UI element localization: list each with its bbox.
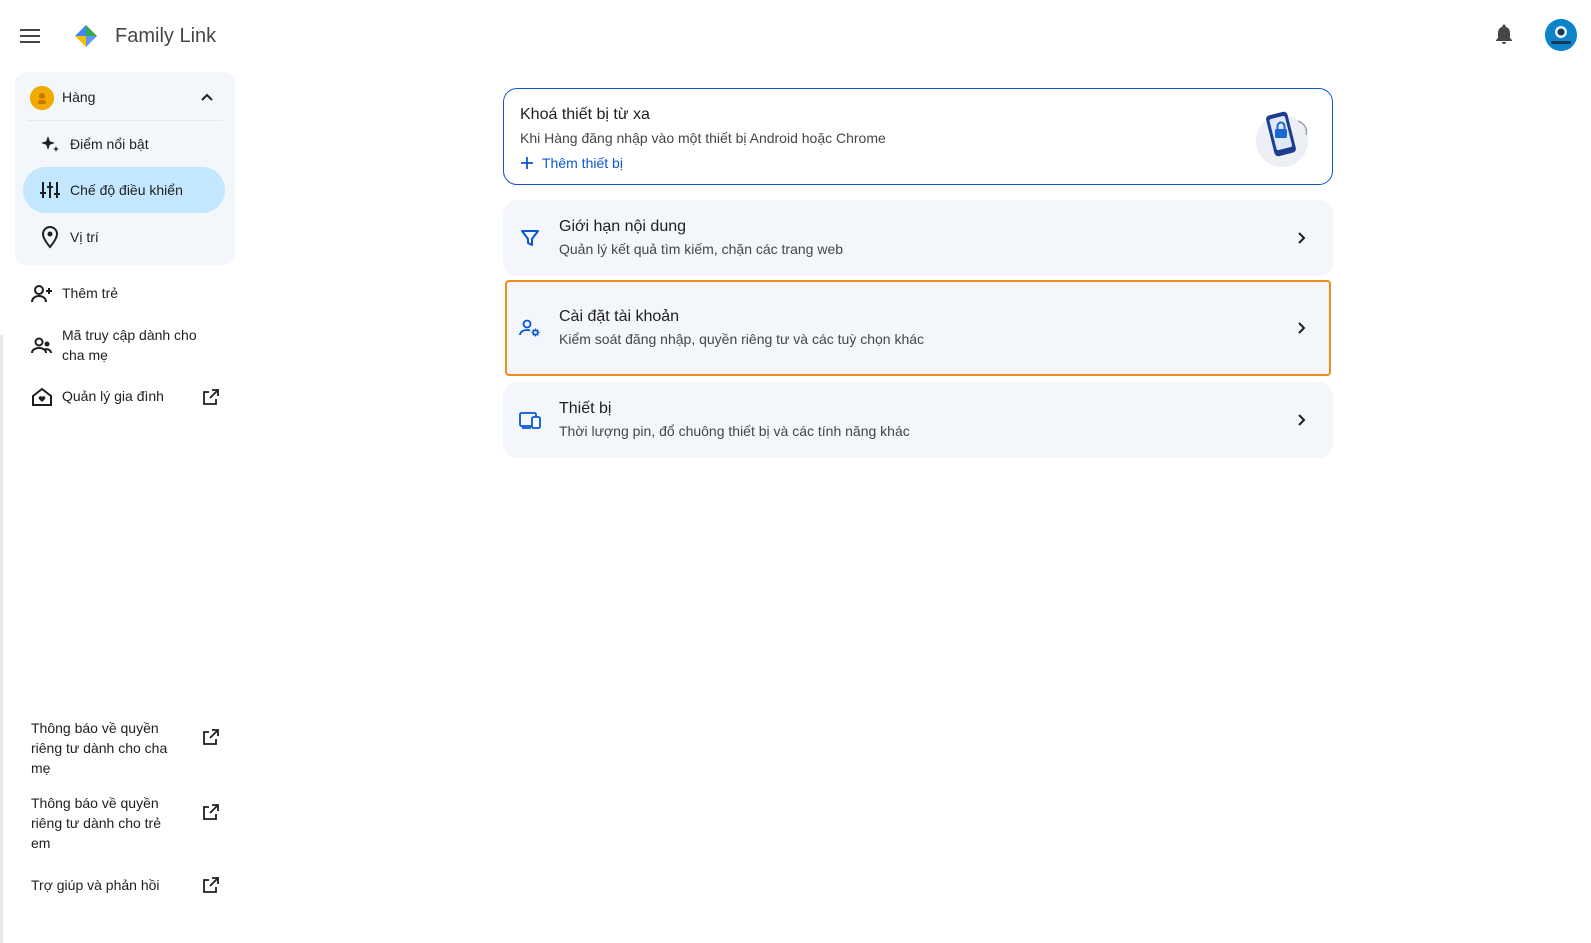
row-title: Thiết bị (559, 400, 612, 417)
phone-lock-illustration (1254, 107, 1316, 169)
open-in-new-icon (201, 387, 221, 407)
row-subtitle: Thời lượng pin, đổ chuông thiết bị và cá… (559, 423, 910, 439)
sidebar-item-add-child[interactable]: Thêm trẻ (15, 282, 235, 306)
supervisor-icon (30, 334, 54, 358)
add-device-button[interactable]: Thêm thiết bị (518, 152, 623, 174)
remote-lock-subtitle: Khi Hàng đăng nhập vào một thiết bị Andr… (520, 130, 886, 146)
footer-link-parent-privacy[interactable]: Thông báo về quyền riêng tư dành cho cha… (15, 718, 235, 778)
chevron-right-icon (1289, 316, 1313, 340)
tune-icon (38, 178, 62, 202)
remote-lock-title: Khoá thiết bị từ xa (520, 106, 650, 123)
person-add-icon (30, 282, 54, 306)
sparkle-icon (38, 132, 62, 156)
nav-item-highlights[interactable]: Điểm nổi bật (23, 121, 225, 167)
nav-item-label: Điểm nổi bật (70, 136, 149, 152)
footer-link-label: Trợ giúp và phản hồi (31, 877, 160, 893)
account-settings-row[interactable]: Cài đặt tài khoản Kiểm soát đăng nhập, q… (505, 280, 1331, 376)
footer-link-help-feedback[interactable]: Trợ giúp và phản hồi (15, 873, 235, 897)
footer-link-label: Thông báo về quyền riêng tư dành cho cha… (31, 720, 168, 776)
top-app-bar: Family Link (0, 0, 1591, 70)
child-profile-toggle[interactable]: Hàng (15, 80, 235, 116)
footer-link-child-privacy[interactable]: Thông báo về quyền riêng tư dành cho trẻ… (15, 793, 235, 853)
chevron-up-icon (195, 86, 219, 110)
sidebar-item-family-management[interactable]: Quản lý gia đình (15, 385, 235, 409)
remote-lock-card: Khoá thiết bị từ xa Khi Hàng đăng nhập v… (503, 88, 1333, 185)
bell-icon[interactable] (1492, 22, 1516, 46)
nav-item-location[interactable]: Vị trí (23, 214, 225, 260)
menu-icon[interactable] (16, 22, 44, 50)
devices-icon (518, 408, 542, 432)
account-avatar[interactable] (1545, 19, 1577, 51)
nav-item-label: Chế độ điều khiển (70, 182, 183, 198)
child-profile-card: Hàng Điểm nổi bật Chế độ điều khiển Vị t… (15, 72, 235, 265)
location-pin-icon (38, 225, 62, 249)
plus-icon (518, 154, 536, 172)
family-home-icon (30, 385, 54, 409)
row-title: Giới hạn nội dung (559, 218, 687, 235)
content-restrictions-row[interactable]: Giới hạn nội dung Quản lý kết quả tìm ki… (503, 200, 1333, 276)
sidebar-item-label: Mã truy cập dành cho cha mẹ (62, 327, 197, 363)
window-edge (0, 335, 3, 943)
add-device-label: Thêm thiết bị (542, 155, 623, 171)
chevron-right-icon (1289, 226, 1313, 250)
open-in-new-icon (201, 727, 221, 747)
open-in-new-icon (201, 802, 221, 822)
row-subtitle: Kiểm soát đăng nhập, quyền riêng tư và c… (559, 331, 925, 347)
footer-link-label: Thông báo về quyền riêng tư dành cho trẻ… (31, 795, 162, 851)
child-name: Hàng (62, 89, 96, 105)
row-title: Cài đặt tài khoản (559, 308, 680, 325)
sidebar-item-parent-access-code[interactable]: Mã truy cập dành cho cha mẹ (15, 323, 235, 365)
family-link-logo[interactable] (74, 24, 98, 48)
app-title[interactable]: Family Link (115, 25, 216, 48)
manage-accounts-icon (518, 316, 542, 340)
filter-icon (518, 226, 542, 250)
chevron-right-icon (1289, 408, 1313, 432)
row-subtitle: Quản lý kết quả tìm kiếm, chặn các trang… (559, 241, 844, 257)
devices-row[interactable]: Thiết bị Thời lượng pin, đổ chuông thiết… (503, 382, 1333, 458)
sidebar-item-label: Quản lý gia đình (62, 388, 164, 404)
child-avatar (30, 86, 54, 110)
nav-item-label: Vị trí (70, 229, 99, 245)
nav-item-controls[interactable]: Chế độ điều khiển (23, 167, 225, 213)
sidebar-item-label: Thêm trẻ (62, 285, 119, 301)
open-in-new-icon (201, 875, 221, 895)
